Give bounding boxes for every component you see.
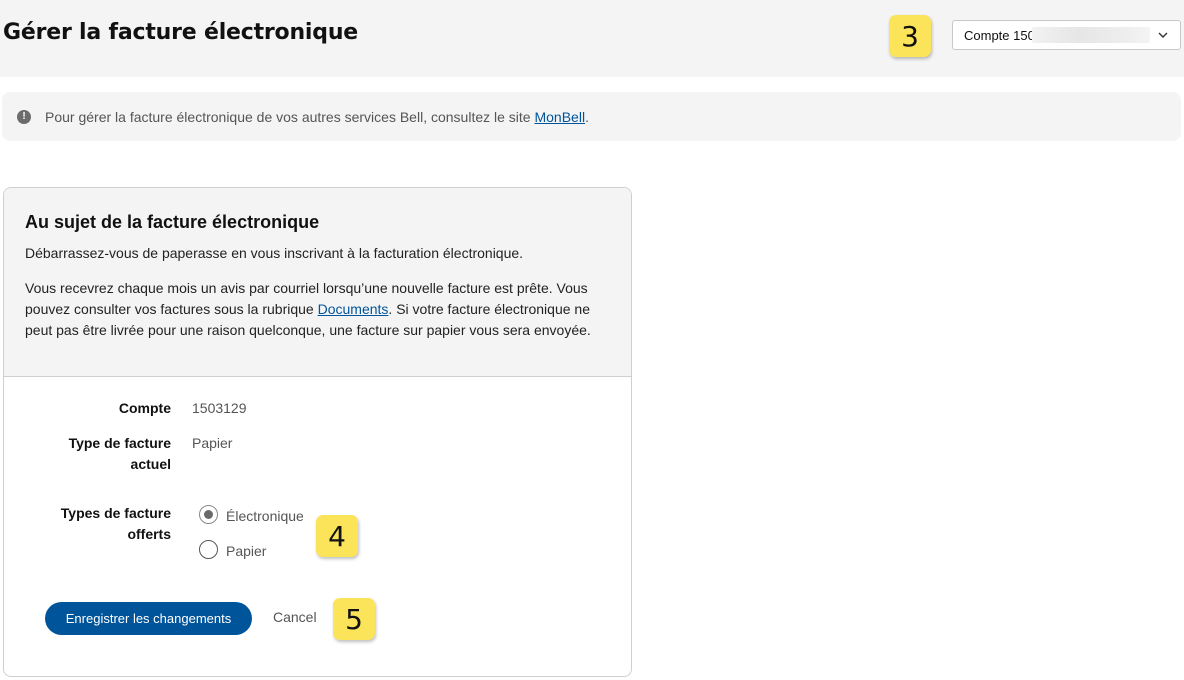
callout-badge-4: 4 (316, 515, 358, 557)
radio-paper-label[interactable]: Papier (226, 543, 266, 559)
info-banner-message: Pour gérer la facture électronique de vo… (45, 108, 535, 125)
cancel-button[interactable]: Cancel (273, 609, 317, 625)
radio-paper[interactable] (199, 540, 218, 559)
documents-link[interactable]: Documents (318, 301, 389, 317)
account-value: 1503129 (192, 400, 247, 416)
info-banner: ! Pour gérer la facture électronique de … (2, 92, 1181, 141)
current-type-value: Papier (192, 435, 233, 451)
card-title: Au sujet de la facture électronique (25, 212, 320, 232)
ebill-card: Au sujet de la facture électronique Déba… (3, 187, 632, 677)
radio-electronic-label[interactable]: Électronique (226, 508, 304, 524)
card-intro: Débarrassez-vous de paperasse en vous in… (25, 245, 524, 261)
account-number-redaction (1032, 27, 1150, 43)
save-button[interactable]: Enregistrer les changements (45, 602, 252, 635)
page-title: Gérer la facture électronique (3, 20, 359, 45)
current-type-label-line2: actuel (130, 456, 171, 472)
card-body: Vous recevrez chaque mois un avis par co… (25, 278, 611, 341)
chevron-down-icon (1158, 32, 1168, 38)
alert-info-icon: ! (17, 109, 31, 124)
callout-badge-5: 5 (333, 598, 375, 640)
offered-types-label-line2: offerts (127, 526, 171, 542)
radio-electronic[interactable] (199, 505, 218, 524)
callout-badge-3: 3 (889, 15, 931, 57)
offered-types-label-line1: Types de facture (60, 505, 171, 521)
account-select-label: Compte 150 (964, 27, 1035, 43)
info-banner-text: Pour gérer la facture électronique de vo… (45, 109, 589, 125)
account-label: Compte (118, 400, 171, 416)
offered-types-label: Types de facture offerts (21, 503, 171, 545)
current-type-label: Type de facture actuel (21, 433, 171, 475)
info-banner-suffix: . (585, 108, 589, 125)
monbell-link[interactable]: MonBell (534, 109, 585, 125)
current-type-label-line1: Type de facture (68, 435, 171, 451)
ebill-card-header: Au sujet de la facture électronique Déba… (4, 188, 631, 377)
